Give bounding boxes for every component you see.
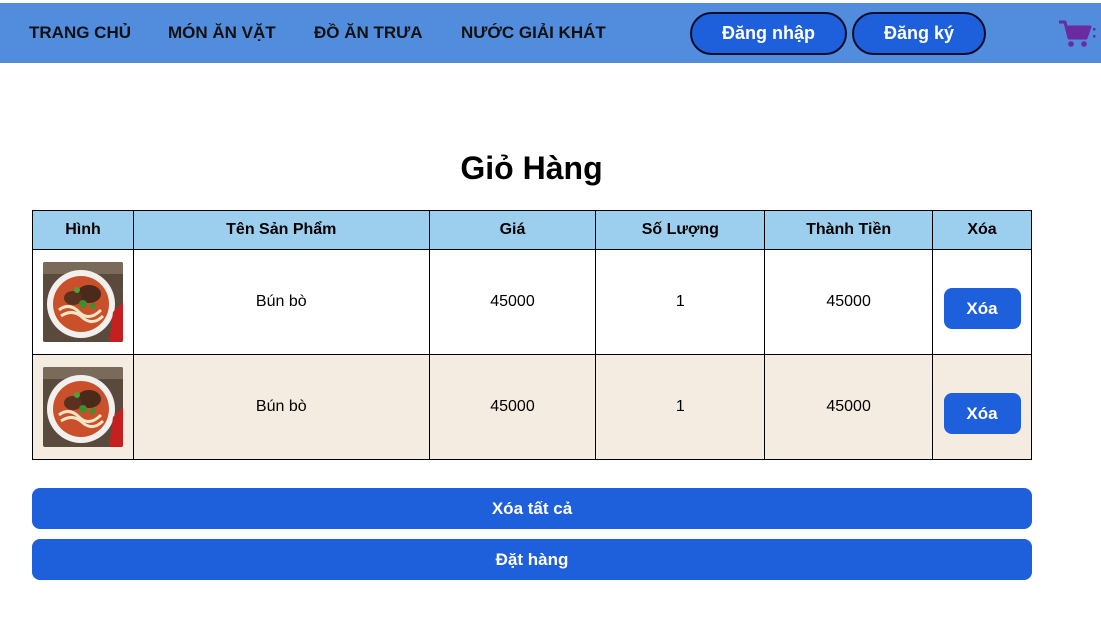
column-header-name: Tên Sản Phẩm xyxy=(132,210,430,250)
delete-item-button[interactable]: Xóa xyxy=(943,392,1021,434)
image-cell xyxy=(32,354,134,460)
price-cell: 45000 xyxy=(428,249,597,355)
shopping-cart-icon[interactable] xyxy=(1058,19,1098,49)
table-row: Bún bò 45000 1 45000 Xóa xyxy=(32,249,1032,355)
clear-all-button[interactable]: Xóa tất cả xyxy=(32,488,1032,529)
delete-item-button[interactable]: Xóa xyxy=(943,287,1021,329)
nav-lunch[interactable]: ĐỒ ĂN TRƯA xyxy=(314,3,423,63)
nav-snacks[interactable]: MÓN ĂN VẶT xyxy=(168,3,276,63)
quantity-cell: 1 xyxy=(595,354,766,460)
product-name-cell: Bún bò xyxy=(132,354,430,460)
total-cell: 45000 xyxy=(764,354,934,460)
price-cell: 45000 xyxy=(428,354,597,460)
nav-drinks[interactable]: NƯỚC GIẢI KHÁT xyxy=(461,3,606,63)
page-title: Giỏ Hàng xyxy=(460,150,603,186)
quantity-cell: 1 xyxy=(595,249,766,355)
food-image xyxy=(42,262,123,342)
total-cell: 45000 xyxy=(764,249,934,355)
table-header-row: Hình Tên Sản Phẩm Giá Số Lượng Thành Tiề… xyxy=(32,210,1032,250)
delete-cell: Xóa xyxy=(932,249,1032,355)
cart-table: Hình Tên Sản Phẩm Giá Số Lượng Thành Tiề… xyxy=(32,210,1032,460)
column-header-price: Giá xyxy=(428,210,597,250)
register-button[interactable]: Đăng ký xyxy=(852,12,986,55)
image-cell xyxy=(32,249,134,355)
delete-cell: Xóa xyxy=(932,354,1032,460)
column-header-image: Hình xyxy=(32,210,134,250)
column-header-quantity: Số Lượng xyxy=(595,210,766,250)
nav-home[interactable]: TRANG CHỦ xyxy=(29,3,131,63)
place-order-button[interactable]: Đặt hàng xyxy=(32,539,1032,580)
top-navbar: TRANG CHỦ MÓN ĂN VẶT ĐỒ ĂN TRƯA NƯỚC GIẢ… xyxy=(0,3,1101,63)
food-image xyxy=(42,367,123,447)
product-name-cell: Bún bò xyxy=(132,249,430,355)
table-row: Bún bò 45000 1 45000 Xóa xyxy=(32,354,1032,460)
column-header-total: Thành Tiền xyxy=(764,210,934,250)
login-button[interactable]: Đăng nhập xyxy=(690,12,847,55)
column-header-delete: Xóa xyxy=(932,210,1032,250)
